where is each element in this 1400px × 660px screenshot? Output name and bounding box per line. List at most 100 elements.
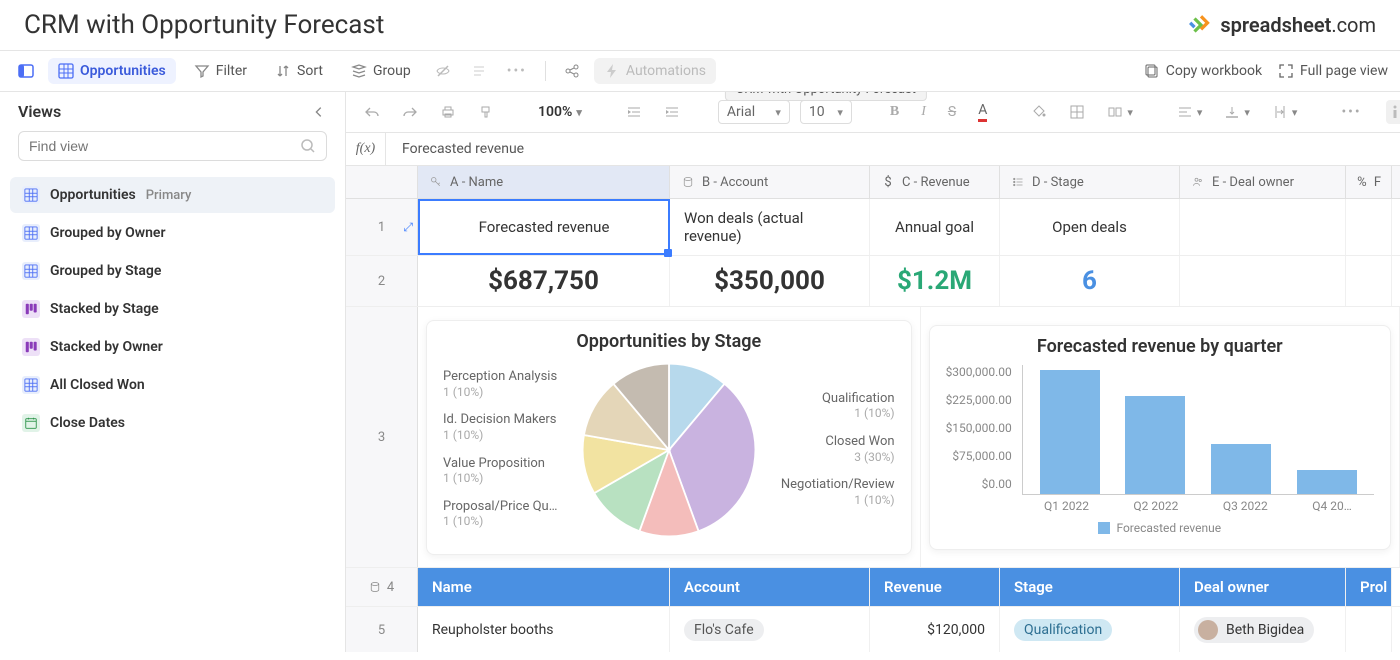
- format-painter-button[interactable]: [472, 100, 500, 124]
- fill-color-button[interactable]: [1025, 100, 1053, 124]
- fx-icon[interactable]: f(x): [346, 133, 386, 165]
- hide-fields-button[interactable]: [429, 57, 457, 85]
- th-account[interactable]: Account: [670, 568, 870, 606]
- brand-logo[interactable]: spreadsheet.com: [1188, 12, 1376, 38]
- h-align-button[interactable]: ▾: [1171, 100, 1209, 124]
- row-height-button[interactable]: [465, 57, 493, 85]
- column-header-e[interactable]: E - Deal owner: [1180, 166, 1346, 198]
- th-owner[interactable]: Deal owner: [1180, 568, 1346, 606]
- more-format-button[interactable]: •••: [1335, 100, 1367, 124]
- cell-f1[interactable]: [1346, 199, 1392, 255]
- zoom-select[interactable]: 100% ▾: [532, 100, 588, 124]
- view-item-close-dates[interactable]: Close Dates: [10, 405, 335, 441]
- column-header-a[interactable]: A - Name: [418, 166, 670, 198]
- more-view-options-button[interactable]: •••: [501, 57, 533, 85]
- italic-button[interactable]: I: [915, 100, 932, 124]
- th-prob[interactable]: Prol: [1346, 568, 1392, 606]
- bold-button[interactable]: B: [884, 100, 905, 124]
- view-item-stacked-by-owner[interactable]: Stacked by Owner: [10, 329, 335, 365]
- th-stage[interactable]: Stage: [1000, 568, 1180, 606]
- view-item-grouped-by-owner[interactable]: Grouped by Owner: [10, 215, 335, 251]
- column-header-c[interactable]: $C - Revenue: [870, 166, 1000, 198]
- percent-icon: %: [1356, 174, 1368, 190]
- cell-prob[interactable]: [1346, 607, 1392, 652]
- cell-revenue[interactable]: $120,000: [870, 607, 1000, 652]
- cell-name[interactable]: Reupholster booths: [418, 607, 670, 652]
- collapse-sidebar-icon[interactable]: [311, 104, 327, 120]
- indent-button[interactable]: [658, 100, 686, 124]
- row-number[interactable]: 2: [346, 256, 418, 306]
- cell-b1[interactable]: Won deals (actual revenue): [670, 199, 870, 255]
- sidebar-toggle-button[interactable]: [12, 57, 40, 85]
- v-align-button[interactable]: ▾: [1218, 100, 1256, 124]
- automations-button[interactable]: Automations: [594, 58, 716, 84]
- pie-label: Value Proposition1 (10%): [443, 456, 557, 487]
- bar: [1211, 444, 1271, 494]
- row-number[interactable]: 5: [346, 607, 418, 652]
- cell-c1[interactable]: Annual goal: [870, 199, 1000, 255]
- text-color-button[interactable]: A: [972, 98, 993, 126]
- cell-d1[interactable]: Open deals: [1000, 199, 1180, 255]
- th-revenue[interactable]: Revenue: [870, 568, 1000, 606]
- view-label: Grouped by Stage: [50, 263, 161, 279]
- cell-f2[interactable]: [1346, 256, 1392, 306]
- merge-button[interactable]: ▾: [1101, 100, 1139, 124]
- cell-account[interactable]: Flo's Cafe: [670, 607, 870, 652]
- stage-pill[interactable]: Qualification: [1014, 619, 1112, 641]
- filter-button[interactable]: Filter: [184, 58, 257, 84]
- print-button[interactable]: [434, 100, 462, 124]
- separator: [545, 61, 546, 81]
- expand-row-icon[interactable]: ⤢: [403, 220, 413, 235]
- cell-owner[interactable]: Beth Bigidea: [1180, 607, 1346, 652]
- search-input[interactable]: [29, 138, 300, 154]
- font-family-select[interactable]: Arial▾: [718, 100, 790, 124]
- copy-workbook-button[interactable]: Copy workbook: [1144, 63, 1262, 79]
- sort-button[interactable]: Sort: [265, 58, 333, 84]
- cell-b2[interactable]: $350,000: [670, 256, 870, 306]
- cell-d2[interactable]: 6: [1000, 256, 1180, 306]
- group-button[interactable]: Group: [341, 58, 421, 84]
- cell-a2[interactable]: $687,750: [418, 256, 670, 306]
- strike-button[interactable]: S: [942, 100, 962, 124]
- view-item-all-closed-won[interactable]: All Closed Won: [10, 367, 335, 403]
- app-header: CRM with Opportunity Forecast spreadshee…: [0, 0, 1400, 51]
- column-headers: A - NameB - Account$C - RevenueD - Stage…: [346, 166, 1400, 199]
- cell-e2[interactable]: [1180, 256, 1346, 306]
- view-item-grouped-by-stage[interactable]: Grouped by Stage: [10, 253, 335, 289]
- view-item-opportunities[interactable]: Opportunities Primary: [10, 177, 335, 213]
- cell-c2[interactable]: $1.2M: [870, 256, 1000, 306]
- tab-opportunities[interactable]: Opportunities: [48, 58, 176, 84]
- cell-stage[interactable]: Qualification: [1000, 607, 1180, 652]
- table-row: 5 Reupholster booths Flo's Cafe $120,000…: [346, 607, 1400, 652]
- full-page-button[interactable]: Full page view: [1278, 63, 1388, 79]
- column-header-f[interactable]: %F: [1346, 166, 1392, 198]
- dedent-button[interactable]: [620, 100, 648, 124]
- info-button[interactable]: [1386, 100, 1400, 124]
- font-size-select[interactable]: 10▾: [800, 100, 852, 124]
- cell-a1[interactable]: Forecasted revenue: [418, 199, 670, 255]
- row-number[interactable]: 3: [346, 307, 418, 567]
- spreadsheet-grid[interactable]: A - NameB - Account$C - RevenueD - Stage…: [346, 166, 1400, 652]
- owner-pill[interactable]: Beth Bigidea: [1194, 617, 1314, 643]
- column-header-d[interactable]: D - Stage: [1000, 166, 1180, 198]
- bar-chart-cell[interactable]: Forecasted revenue by quarter $300,000.0…: [921, 307, 1400, 567]
- row-number[interactable]: 1⤢: [346, 199, 418, 255]
- cell-e1[interactable]: [1180, 199, 1346, 255]
- th-name[interactable]: Name: [418, 568, 670, 606]
- share-button[interactable]: [558, 57, 586, 85]
- format-toolbar: 100% ▾ Arial▾ CRM with Opportunity Forec…: [346, 92, 1400, 133]
- column-header-b[interactable]: B - Account: [670, 166, 870, 198]
- select-all-corner[interactable]: [346, 166, 418, 198]
- redo-button[interactable]: [396, 100, 424, 124]
- account-pill[interactable]: Flo's Cafe: [684, 619, 764, 641]
- pie-chart-cell[interactable]: Opportunities by Stage Perception Analys…: [418, 307, 921, 567]
- view-icon: [22, 300, 40, 318]
- undo-button[interactable]: [358, 100, 386, 124]
- wrap-button[interactable]: ▾: [1266, 100, 1304, 124]
- row-number[interactable]: 4: [346, 568, 418, 606]
- borders-button[interactable]: [1063, 100, 1091, 124]
- view-item-stacked-by-stage[interactable]: Stacked by Stage: [10, 291, 335, 327]
- view-search[interactable]: [18, 131, 327, 161]
- pie-label: Id. Decision Makers1 (10%): [443, 412, 557, 443]
- formula-input[interactable]: Forecasted revenue: [386, 133, 1400, 165]
